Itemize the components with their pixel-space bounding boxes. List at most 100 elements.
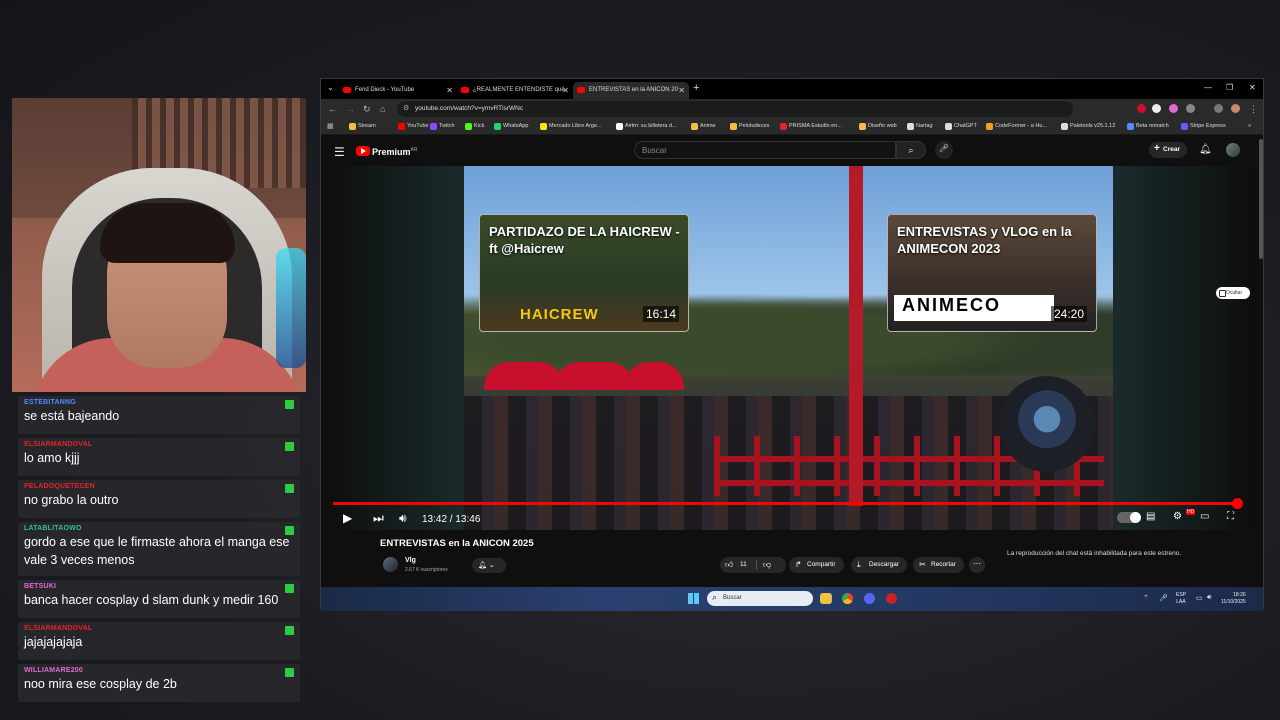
notifications-bell-icon[interactable]: 🔔︎ (1199, 144, 1212, 155)
bookmark-item[interactable]: Nartag (907, 123, 933, 130)
bookmark-item[interactable]: Beta rematch (1127, 123, 1169, 130)
progress-bar[interactable] (333, 498, 1243, 509)
bookmark-item[interactable]: Pelotudeces (730, 123, 769, 130)
chat-toggle-pill[interactable]: Ocultar (1216, 287, 1250, 299)
search-button[interactable]: ⌕ (896, 141, 926, 159)
extension-icon[interactable] (1137, 104, 1146, 113)
extension-icon[interactable] (1169, 104, 1178, 113)
volume-tray-icon[interactable]: 🔊︎ (1207, 594, 1211, 602)
endscreen-video-card[interactable]: PARTIDAZO DE LA HAICREW - ft @Haicrew HA… (479, 214, 689, 332)
share-button[interactable]: ↱ Compartir (789, 557, 844, 573)
home-icon[interactable]: ⌂ (380, 104, 385, 114)
channel-name[interactable]: Vlg (405, 557, 416, 564)
bookmark-item[interactable]: Mercado Libre Arge... (540, 123, 602, 130)
maximize-icon[interactable]: ❐ (1226, 83, 1233, 92)
back-icon[interactable]: ← (328, 104, 337, 114)
forward-icon[interactable]: → (346, 104, 355, 114)
progress-scrubber[interactable] (1231, 498, 1243, 509)
chat-username[interactable]: ELSIARMANDOVAL (24, 625, 294, 632)
account-avatar[interactable] (1226, 143, 1240, 157)
file-explorer-icon[interactable] (820, 593, 831, 604)
channel-avatar[interactable] (383, 557, 398, 572)
bookmarks-overflow-icon[interactable]: » (1239, 123, 1251, 129)
dislike-icon[interactable]: 👎︎ (763, 560, 771, 570)
bookmark-item[interactable]: Stripe Express (1181, 123, 1226, 130)
chat-username[interactable]: ELSIARMANDOVAL (24, 441, 294, 448)
settings-gear-icon[interactable]: ⚙ (1173, 511, 1182, 522)
create-button[interactable]: Crear (1149, 142, 1187, 158)
bookmark-item[interactable]: Kick (465, 123, 484, 130)
bookmark-item[interactable]: ChatGPT (945, 123, 977, 130)
address-bar[interactable]: ⚙ youtube.com/watch?v=ymvRTlsrWNc (397, 101, 1073, 117)
profile-avatar[interactable] (1231, 104, 1240, 113)
youtube-premium-logo[interactable]: PremiumAR (372, 147, 417, 157)
youtube-logo-icon[interactable] (356, 146, 370, 156)
subtitles-icon[interactable]: ▤ (1146, 511, 1155, 522)
network-icon[interactable]: ▭ (1196, 594, 1203, 602)
theater-mode-icon[interactable]: ▭ (1200, 511, 1209, 522)
close-tab-icon[interactable]: ✕ (678, 86, 685, 95)
bookmark-item[interactable]: PRISMA Estudio en... (780, 123, 842, 130)
page-scrollbar[interactable] (1259, 139, 1263, 259)
chrome-icon[interactable] (842, 593, 853, 604)
minimize-icon[interactable]: — (1204, 83, 1212, 92)
bookmark-item[interactable]: Anime (691, 123, 716, 130)
video-umbrella (554, 362, 634, 390)
discord-icon[interactable] (864, 593, 875, 604)
subscribed-bell-button[interactable]: 🔔︎ ⌄ (472, 558, 506, 573)
new-tab-button[interactable]: + (693, 82, 699, 94)
reload-icon[interactable]: ↻ (363, 104, 371, 115)
close-window-icon[interactable]: ✕ (1249, 83, 1256, 92)
voice-search-button[interactable]: 🎤︎ (935, 141, 953, 159)
chat-username[interactable]: ESTEBITANNG (24, 399, 294, 406)
bookmark-item[interactable]: WhatsApp (494, 123, 528, 130)
play-icon[interactable]: ▶ (343, 511, 352, 525)
bookmark-item[interactable]: Paletools v25.1.12 (1061, 123, 1115, 130)
chat-username[interactable]: LATABLITAOWO (24, 525, 294, 532)
close-tab-icon[interactable]: ✕ (562, 86, 569, 95)
bookmark-item[interactable]: CodeFormer - a Hu... (986, 123, 1047, 130)
close-tab-icon[interactable]: ✕ (446, 86, 453, 95)
browser-menu-icon[interactable]: ⋮ (1249, 104, 1258, 115)
obs-icon[interactable] (886, 593, 897, 604)
browser-tab[interactable]: Ferid Dieck - YouTube ✕ (339, 82, 457, 99)
language-indicator[interactable]: ESP LAA (1176, 592, 1186, 606)
browser-tab-active[interactable]: ENTREVISTAS en la ANICON 20 ✕ (573, 82, 689, 99)
menu-icon[interactable]: ☰ (334, 145, 345, 159)
bookmark-item[interactable]: Stream (349, 123, 376, 130)
browser-tab[interactable]: ¿REALMENTE ENTENDISTE qué ✕ (457, 82, 573, 99)
search-input[interactable]: Buscar (634, 141, 896, 159)
apps-grid-icon[interactable]: ▦ (327, 122, 334, 130)
chat-username[interactable]: PELADOQUETECEN (24, 483, 294, 490)
like-icon[interactable]: 👍︎ (725, 560, 733, 570)
more-actions-button[interactable]: ⋯ (969, 557, 985, 573)
endscreen-video-card[interactable]: ENTREVISTAS y VLOG en la ANIMECON 2023 A… (887, 214, 1097, 332)
tray-chevron-icon[interactable]: ⌃ (1143, 594, 1149, 602)
autoplay-toggle[interactable] (1117, 512, 1141, 523)
tab-search-icon[interactable]: ⌄ (327, 83, 334, 92)
chat-username[interactable]: WILLIAMARE200 (24, 667, 294, 674)
download-button[interactable]: ⤓ Descargar (851, 557, 907, 573)
volume-icon[interactable]: 🔊︎ (399, 511, 407, 526)
system-clock[interactable]: 18:26 11/10/2025 (1221, 592, 1246, 606)
fullscreen-icon[interactable]: ⛶ (1227, 511, 1234, 522)
bookmark-item[interactable]: YouTube (398, 123, 429, 130)
bookmark-item[interactable]: Twitch (430, 123, 455, 130)
windows-start-icon[interactable] (688, 593, 699, 604)
bookmark-favicon-icon (907, 123, 914, 130)
sidebar-icon[interactable] (1214, 104, 1223, 113)
next-icon[interactable]: ⏭︎ (373, 511, 384, 526)
extensions-puzzle-icon[interactable] (1186, 104, 1195, 113)
extension-icon[interactable] (1152, 104, 1161, 113)
site-info-icon[interactable]: ⚙ (403, 104, 409, 112)
taskbar-search-input[interactable]: Buscar (707, 591, 813, 606)
bookmark-item[interactable]: Diseño web (859, 123, 897, 130)
bookmark-item[interactable]: Airtm: su billetera d... (616, 123, 677, 130)
share-icon: ↱ (795, 560, 802, 569)
tray-mic-icon[interactable]: 🎤︎ (1159, 594, 1168, 602)
endscreen-subscribe-circle[interactable] (999, 376, 1095, 472)
video-player[interactable]: PARTIDAZO DE LA HAICREW - ft @Haicrew HA… (321, 166, 1257, 530)
clip-button[interactable]: ✂ Recortar (913, 557, 964, 573)
chat-username[interactable]: BETSUKI (24, 583, 294, 590)
video-frame[interactable]: PARTIDAZO DE LA HAICREW - ft @Haicrew HA… (464, 166, 1113, 530)
